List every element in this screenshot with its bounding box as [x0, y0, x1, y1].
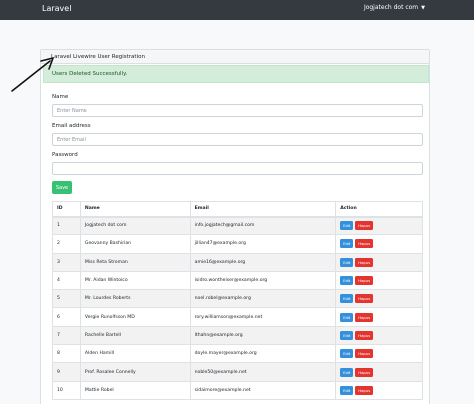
- cell-action: Edit Hapus: [335, 380, 423, 400]
- cell-email: doyle.mayer@example.org: [189, 344, 337, 364]
- cell-name: Rachelle Bartell: [79, 325, 191, 346]
- card-title: Laravel Livewire User Registration: [41, 50, 429, 64]
- user-menu-label: Jogjatech dot com: [363, 4, 419, 11]
- delete-button[interactable]: Hapus: [355, 221, 374, 231]
- table-row: 1 Jogjatech dot com info.jogjatech@gmail.c…: [52, 215, 423, 236]
- cell-action: Edit Hapus: [335, 344, 423, 364]
- edit-button[interactable]: Edit: [340, 312, 354, 322]
- top-navbar: Laravel Jogjatech dot com ▼: [0, 0, 474, 20]
- header-email: Email: [189, 201, 337, 218]
- registration-card: Laravel Livewire User Registration Users…: [40, 49, 430, 404]
- cell-email: lthahn@example.org: [189, 325, 337, 346]
- cell-id: 3: [52, 252, 81, 272]
- name-input[interactable]: [52, 104, 423, 117]
- cell-action: Edit Hapus: [335, 325, 423, 346]
- cell-id: 2: [52, 234, 81, 254]
- table-row: 4 Mr. Aidan Wintoico isidro.wontheiser@exa…: [52, 270, 423, 291]
- edit-button[interactable]: Edit: [340, 349, 354, 359]
- cell-name: Prof. Rosalee Connelly: [79, 362, 191, 382]
- delete-button[interactable]: Hapus: [355, 349, 374, 359]
- cell-name: Mattie Robel: [79, 380, 191, 400]
- edit-button[interactable]: Edit: [340, 367, 354, 377]
- header-action: Action: [335, 201, 423, 218]
- save-button[interactable]: Save: [52, 181, 72, 194]
- edit-button[interactable]: Edit: [340, 239, 354, 249]
- delete-button[interactable]: Hapus: [355, 330, 374, 340]
- cell-name: Mr. Lourdes Roberts: [79, 289, 191, 309]
- cell-action: Edit Hapus: [335, 362, 423, 382]
- cell-action: Edit Hapus: [335, 215, 423, 236]
- header-id: ID: [52, 201, 81, 218]
- table-row: 7 Rachelle Bartell lthahn@example.org Edit H…: [52, 325, 423, 346]
- edit-button[interactable]: Edit: [340, 330, 354, 340]
- delete-button[interactable]: Hapus: [355, 294, 374, 304]
- cell-id: 7: [52, 325, 81, 346]
- table-row: 3 Miss Reta Stroman amie16@example.org Edit…: [52, 252, 423, 272]
- delete-button[interactable]: Hapus: [355, 367, 374, 377]
- cell-id: 8: [52, 344, 81, 364]
- cell-id: 5: [52, 289, 81, 309]
- cell-name: Alden Hamill: [79, 344, 191, 364]
- user-menu-dropdown[interactable]: Jogjatech dot com ▼: [364, 4, 425, 11]
- table-row: 9 Prof. Rosalee Connelly noble50@example.n…: [52, 362, 423, 382]
- users-table-body: 1 Jogjatech dot com info.jogjatech@gmail.c…: [52, 215, 423, 400]
- caret-down-icon: ▼: [421, 4, 425, 11]
- cell-name: Vergie Runolfsson MD: [79, 307, 191, 327]
- cell-action: Edit Hapus: [335, 234, 423, 254]
- table-row: 10 Mattie Robel sidaimore@example.net Edit H…: [52, 380, 423, 400]
- success-alert: Users Deleted Successfully.: [43, 65, 429, 83]
- password-input[interactable]: [52, 162, 423, 175]
- table-row: 2 Geovanny Bashirian jillian47@example.org…: [52, 234, 423, 254]
- edit-button[interactable]: Edit: [340, 257, 354, 267]
- cell-name: Mr. Aidan Wintoico: [79, 270, 191, 291]
- cell-name: Jogjatech dot com: [79, 215, 191, 236]
- table-row: 6 Vergie Runolfsson MD rory.williamson@exa…: [52, 307, 423, 327]
- brand-link[interactable]: Laravel: [42, 4, 71, 13]
- header-name: Name: [79, 201, 191, 218]
- cell-email: amie16@example.org: [189, 252, 337, 272]
- users-table: ID Name Email Action 1 Jogjatech dot com i…: [52, 201, 423, 400]
- cell-email: noel.robel@example.org: [189, 289, 337, 309]
- delete-button[interactable]: Hapus: [355, 385, 374, 395]
- cell-id: 9: [52, 362, 81, 382]
- cell-email: isidro.wontheiser@example.org: [189, 270, 337, 291]
- cell-id: 4: [52, 270, 81, 291]
- name-label: Name: [52, 94, 69, 100]
- edit-button[interactable]: Edit: [340, 276, 354, 286]
- delete-button[interactable]: Hapus: [355, 239, 374, 249]
- email-label: Email address: [52, 123, 91, 129]
- delete-button[interactable]: Hapus: [355, 312, 374, 322]
- cell-email: info.jogjatech@gmail.com: [189, 215, 337, 236]
- cell-action: Edit Hapus: [335, 289, 423, 309]
- delete-button[interactable]: Hapus: [355, 257, 374, 267]
- password-label: Password: [52, 152, 78, 158]
- page-background: Laravel Livewire User Registration Users…: [0, 20, 474, 404]
- table-header-row: ID Name Email Action: [52, 201, 423, 218]
- cell-email: noble50@example.net: [189, 362, 337, 382]
- cell-email: rory.williamson@example.net: [189, 307, 337, 327]
- email-input[interactable]: [52, 133, 423, 146]
- cell-id: 10: [52, 380, 81, 400]
- cell-action: Edit Hapus: [335, 307, 423, 327]
- cell-action: Edit Hapus: [335, 252, 423, 272]
- cell-id: 6: [52, 307, 81, 327]
- cell-name: Geovanny Bashirian: [79, 234, 191, 254]
- table-row: 5 Mr. Lourdes Roberts noel.robel@example.o…: [52, 289, 423, 309]
- cell-action: Edit Hapus: [335, 270, 423, 291]
- cell-email: jillian47@example.org: [189, 234, 337, 254]
- edit-button[interactable]: Edit: [340, 294, 354, 304]
- cell-id: 1: [52, 215, 81, 236]
- cell-email: sidaimore@example.net: [189, 380, 337, 400]
- edit-button[interactable]: Edit: [340, 385, 354, 395]
- edit-button[interactable]: Edit: [340, 221, 354, 231]
- table-row: 8 Alden Hamill doyle.mayer@example.org Edit…: [52, 344, 423, 364]
- cell-name: Miss Reta Stroman: [79, 252, 191, 272]
- delete-button[interactable]: Hapus: [355, 276, 374, 286]
